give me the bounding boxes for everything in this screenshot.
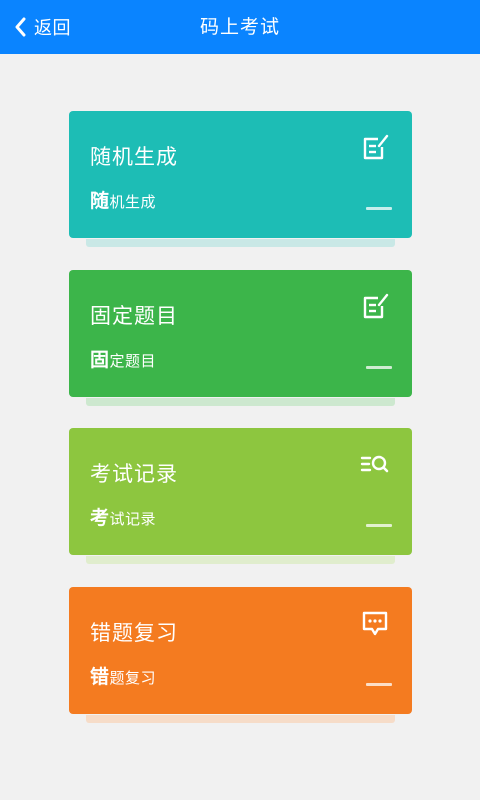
card-subtitle-first: 错	[90, 666, 110, 688]
page-title: 码上考试	[199, 16, 280, 38]
card-wrong-review-wrapper: 错题复习 错题复习	[69, 587, 412, 723]
card-subtitle-rest: 机生成	[109, 193, 157, 211]
card-dash	[366, 524, 392, 527]
card-subtitle-first: 随	[90, 190, 110, 212]
card-subtitle-rest: 试记录	[109, 510, 157, 528]
card-title: 考试记录	[90, 462, 178, 486]
card-shadow	[86, 715, 395, 723]
card-random-generate-wrapper: 随机生成 随机生成	[69, 111, 412, 247]
card-fixed-questions[interactable]: 固定题目 固定题目	[69, 270, 412, 397]
card-exam-records[interactable]: 考试记录 考试记录	[69, 428, 412, 555]
card-subtitle-first: 考	[90, 507, 110, 529]
card-subtitle: 考试记录	[90, 503, 156, 530]
card-fixed-questions-wrapper: 固定题目 固定题目	[69, 270, 412, 406]
card-random-generate[interactable]: 随机生成 随机生成	[69, 111, 412, 238]
card-dash	[366, 207, 392, 210]
card-title: 固定题目	[90, 304, 178, 328]
card-wrong-review[interactable]: 错题复习 错题复习	[69, 587, 412, 714]
card-exam-records-wrapper: 考试记录 考试记录	[69, 428, 412, 564]
chat-bubble-icon	[360, 609, 390, 639]
card-subtitle-rest: 题复习	[109, 669, 157, 687]
card-dash	[366, 366, 392, 369]
edit-note-icon	[360, 292, 390, 322]
card-shadow	[86, 398, 395, 406]
card-title: 错题复习	[90, 621, 178, 645]
card-title: 随机生成	[90, 145, 178, 169]
edit-note-icon	[360, 133, 390, 163]
card-shadow	[86, 239, 395, 247]
card-subtitle: 错题复习	[90, 662, 156, 689]
card-subtitle: 随机生成	[90, 186, 156, 213]
card-dash	[366, 683, 392, 686]
card-subtitle: 固定题目	[90, 345, 156, 372]
list-search-icon	[360, 450, 390, 480]
card-subtitle-first: 固	[90, 349, 110, 371]
card-subtitle-rest: 定题目	[109, 352, 157, 370]
card-shadow	[86, 556, 395, 564]
top-nav-bar: 返回 码上考试	[0, 0, 480, 54]
